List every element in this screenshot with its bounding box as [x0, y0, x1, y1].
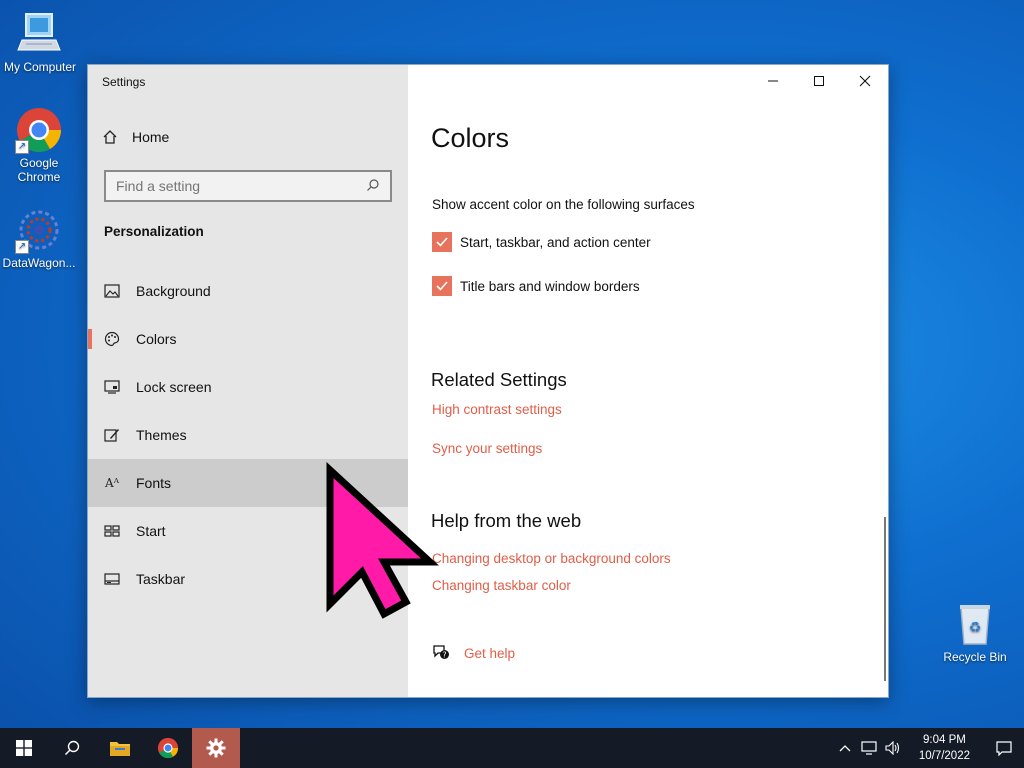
desktop-icon-google-chrome[interactable]: ↗ Google Chrome: [0, 106, 79, 184]
selection-indicator: [88, 329, 92, 349]
shortcut-arrow-icon: ↗: [15, 240, 29, 254]
sidebar-item-label: Taskbar: [136, 571, 186, 587]
lock-screen-icon: [104, 379, 120, 395]
chrome-icon: ↗: [15, 106, 63, 154]
search-box[interactable]: [104, 170, 392, 202]
help-heading: Help from the web: [431, 510, 582, 531]
gear-icon: [206, 738, 226, 758]
search-input[interactable]: [116, 178, 366, 194]
help-link-taskbar-color[interactable]: Changing taskbar color: [432, 578, 571, 593]
computer-icon: [16, 10, 64, 58]
sidebar-item-label: Lock screen: [136, 379, 212, 395]
settings-window: Settings Home Personalization Background: [87, 64, 889, 698]
desktop-icon-datawagon[interactable]: ↗ DataWagon...: [0, 206, 79, 270]
scrollbar[interactable]: [884, 517, 886, 681]
start-icon: [104, 523, 120, 539]
checkbox-label: Start, taskbar, and action center: [460, 234, 651, 250]
pointer-arrow-icon: [326, 462, 439, 619]
folder-icon: [110, 742, 130, 756]
svg-text:?: ?: [442, 651, 446, 660]
network-icon[interactable]: [857, 741, 881, 755]
taskbar-icon: [104, 571, 120, 587]
taskbar-search-button[interactable]: [48, 728, 96, 768]
sidebar-item-label: Start: [136, 523, 166, 539]
checkbox-title-bars[interactable]: Title bars and window borders: [432, 276, 640, 296]
settings-content: Colors Show accent color on the followin…: [408, 65, 888, 697]
help-link-background-colors[interactable]: Changing desktop or background colors: [432, 551, 671, 566]
fonts-icon: Aᴬ: [104, 476, 120, 490]
close-button[interactable]: [842, 65, 888, 97]
volume-icon[interactable]: [881, 741, 905, 755]
sidebar-item-lock-screen[interactable]: Lock screen: [88, 363, 408, 411]
page-title: Colors: [431, 123, 510, 153]
close-icon: [859, 75, 871, 87]
maximize-button[interactable]: [796, 65, 842, 97]
checkmark-icon: [436, 237, 448, 247]
get-help-link[interactable]: ? Get help: [432, 643, 515, 664]
clock-time: 9:04 PM: [923, 734, 966, 746]
sidebar-item-label: Colors: [136, 331, 177, 347]
sidebar-item-colors[interactable]: Colors: [88, 315, 408, 363]
shortcut-arrow-icon: ↗: [15, 140, 29, 154]
minimize-button[interactable]: [750, 65, 796, 97]
desktop-icon-my-computer[interactable]: My Computer: [0, 10, 80, 74]
chevron-up-icon[interactable]: [833, 744, 857, 752]
sidebar-item-label: Fonts: [136, 475, 172, 491]
chrome-icon: [157, 737, 179, 759]
datawagon-icon: ↗: [15, 206, 63, 254]
sync-settings-link[interactable]: Sync your settings: [432, 441, 542, 456]
taskbar-chrome[interactable]: [144, 728, 192, 768]
sidebar-item-home[interactable]: Home: [102, 129, 169, 145]
related-settings-heading: Related Settings: [431, 369, 567, 390]
svg-text:♻: ♻: [969, 620, 982, 636]
desktop-icon-recycle-bin[interactable]: ♻ Recycle Bin: [935, 600, 1015, 664]
chat-help-icon: ?: [432, 643, 450, 664]
palette-icon: [104, 331, 120, 347]
desktop-icon-label: My Computer: [3, 60, 77, 74]
picture-icon: [104, 283, 120, 299]
start-button[interactable]: [0, 728, 48, 768]
clock-date: 10/7/2022: [918, 750, 970, 762]
themes-icon: [104, 427, 120, 443]
home-label: Home: [132, 129, 170, 145]
checkbox-checked[interactable]: [432, 276, 452, 296]
desktop-icon-label: DataWagon...: [2, 256, 76, 270]
home-icon: [102, 129, 118, 145]
get-help-label: Get help: [464, 646, 516, 661]
search-icon: [64, 740, 80, 756]
accent-surfaces-prompt: Show accent color on the following surfa…: [432, 197, 695, 212]
search-icon: [366, 178, 380, 195]
sidebar-item-themes[interactable]: Themes: [88, 411, 408, 459]
desktop-icon-label: Google Chrome: [17, 156, 61, 184]
sidebar-item-background[interactable]: Background: [88, 267, 408, 315]
system-tray: 9:04 PM 10/7/2022: [833, 728, 1024, 768]
sidebar-item-label: Background: [136, 283, 211, 299]
desktop-icon-label: Recycle Bin: [943, 650, 1007, 664]
notification-icon[interactable]: [984, 740, 1024, 756]
taskbar: 9:04 PM 10/7/2022: [0, 728, 1024, 768]
high-contrast-link[interactable]: High contrast settings: [432, 402, 562, 417]
taskbar-settings[interactable]: [192, 728, 240, 768]
windows-logo-icon: [16, 740, 32, 756]
sidebar-item-label: Themes: [136, 427, 187, 443]
checkbox-start-taskbar[interactable]: Start, taskbar, and action center: [432, 232, 651, 252]
checkmark-icon: [436, 281, 448, 291]
section-heading: Personalization: [104, 224, 204, 239]
clock[interactable]: 9:04 PM 10/7/2022: [905, 732, 984, 764]
maximize-icon: [814, 76, 824, 86]
minimize-icon: [768, 80, 778, 82]
taskbar-file-explorer[interactable]: [96, 728, 144, 768]
recycle-bin-icon: ♻: [951, 600, 999, 648]
checkbox-checked[interactable]: [432, 232, 452, 252]
window-title: Settings: [102, 75, 146, 89]
checkbox-label: Title bars and window borders: [460, 278, 640, 294]
